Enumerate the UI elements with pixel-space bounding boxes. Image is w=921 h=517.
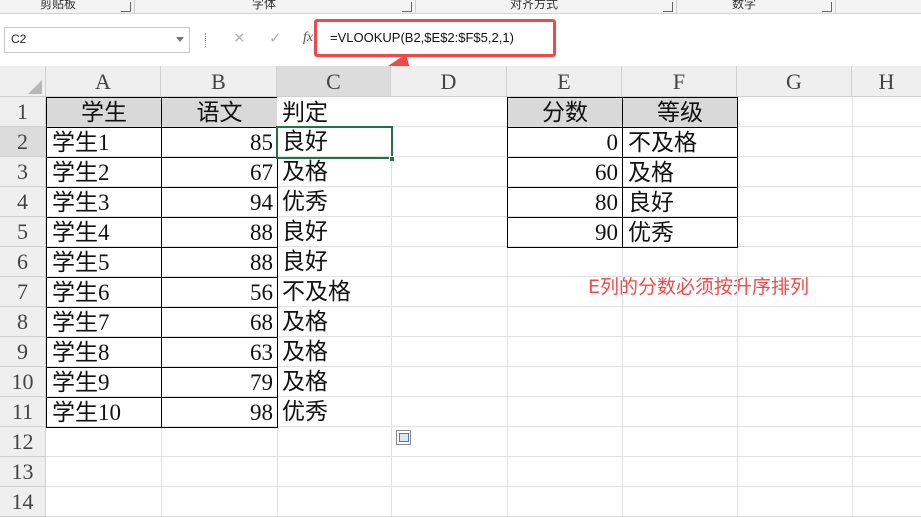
table-cell[interactable]: 98 (161, 397, 278, 428)
number-launcher-icon[interactable] (822, 2, 832, 12)
font-launcher-icon[interactable] (402, 2, 412, 12)
table-cell[interactable]: 良好 (277, 217, 392, 248)
fx-icon[interactable]: fx (303, 30, 313, 46)
table-cell[interactable]: 88 (161, 217, 278, 248)
table-cell[interactable]: 学生10 (46, 397, 162, 428)
table-cell[interactable]: 学生9 (46, 367, 162, 398)
ribbon-separator (835, 0, 836, 13)
table-cell[interactable]: 学生7 (46, 307, 162, 338)
table-cell[interactable]: 及格 (277, 157, 392, 188)
chevron-down-icon[interactable] (176, 37, 184, 42)
lookup-cell[interactable]: 90 (507, 217, 623, 248)
table-cell[interactable]: 不及格 (277, 277, 392, 308)
ribbon-separator (415, 0, 416, 13)
table-header-cell[interactable]: 语文 (161, 97, 278, 128)
row-header-1[interactable]: 1 (0, 97, 46, 127)
table-cell[interactable]: 学生3 (46, 187, 162, 218)
table-cell[interactable]: 学生6 (46, 277, 162, 308)
ribbon-group-number[interactable]: 数字 (732, 0, 756, 12)
gridline (46, 486, 921, 487)
lookup-cell[interactable]: 及格 (622, 157, 738, 188)
select-all-triangle-icon (28, 80, 42, 94)
ribbon-group-font[interactable]: 字体 (252, 0, 276, 12)
name-box[interactable]: C2 (4, 27, 190, 53)
lookup-cell[interactable]: 优秀 (622, 217, 738, 248)
row-header-7[interactable]: 7 (0, 277, 46, 307)
table-cell[interactable]: 88 (161, 247, 278, 278)
column-header-g[interactable]: G (737, 66, 852, 97)
ribbon-group-strip: 剪贴板 字体 对齐方式 数字 (0, 0, 921, 14)
table-cell[interactable]: 56 (161, 277, 278, 308)
row-header-13[interactable]: 13 (0, 457, 46, 487)
table-cell[interactable]: 学生4 (46, 217, 162, 248)
lookup-header-cell[interactable]: 等级 (622, 97, 738, 128)
column-header-c[interactable]: C (277, 66, 391, 97)
table-cell[interactable]: 良好 (277, 127, 392, 158)
row-header-5[interactable]: 5 (0, 217, 46, 247)
row-header-8[interactable]: 8 (0, 307, 46, 337)
table-cell[interactable]: 85 (161, 127, 278, 158)
table-cell[interactable]: 良好 (277, 247, 392, 278)
ribbon-group-clipboard[interactable]: 剪贴板 (40, 0, 76, 12)
row-header-10[interactable]: 10 (0, 367, 46, 397)
table-header-cell[interactable]: 学生 (46, 97, 162, 128)
row-header-9[interactable]: 9 (0, 337, 46, 367)
alignment-launcher-icon[interactable] (663, 2, 673, 12)
ribbon-separator (134, 0, 135, 13)
row-header-11[interactable]: 11 (0, 397, 46, 427)
table-cell[interactable]: 及格 (277, 337, 392, 368)
check-icon[interactable]: ✓ (269, 29, 282, 47)
fill-handle[interactable] (389, 156, 395, 162)
clipboard-launcher-icon[interactable] (121, 2, 131, 12)
gridline (46, 456, 921, 457)
column-header-a[interactable]: A (46, 66, 161, 97)
table-cell[interactable]: 学生1 (46, 127, 162, 158)
table-header-cell[interactable]: 判定 (277, 97, 392, 128)
gridline (852, 97, 853, 517)
row-header-3[interactable]: 3 (0, 157, 46, 187)
ribbon-separator (676, 0, 677, 13)
formula-input[interactable]: =VLOOKUP(B2,$E$2:$F$5,2,1) (330, 30, 514, 45)
close-icon[interactable]: ✕ (233, 29, 246, 47)
row-header-4[interactable]: 4 (0, 187, 46, 217)
column-header-f[interactable]: F (622, 66, 737, 97)
table-cell[interactable]: 优秀 (277, 187, 392, 218)
row-header-12[interactable]: 12 (0, 427, 46, 457)
column-header-h[interactable]: H (852, 66, 921, 97)
column-header-b[interactable]: B (161, 66, 277, 97)
table-cell[interactable]: 学生2 (46, 157, 162, 188)
formula-bar-splitter[interactable] (205, 33, 208, 47)
column-header-d[interactable]: D (391, 66, 507, 97)
lookup-cell[interactable]: 0 (507, 127, 623, 158)
table-cell[interactable]: 学生8 (46, 337, 162, 368)
table-cell[interactable]: 94 (161, 187, 278, 218)
row-header-14[interactable]: 14 (0, 487, 46, 517)
table-cell[interactable]: 及格 (277, 367, 392, 398)
table-cell[interactable]: 及格 (277, 307, 392, 338)
lookup-cell[interactable]: 良好 (622, 187, 738, 218)
table-cell[interactable]: 学生5 (46, 247, 162, 278)
table-cell[interactable]: 优秀 (277, 397, 392, 428)
row-header-2[interactable]: 2 (0, 127, 46, 157)
lookup-cell[interactable]: 不及格 (622, 127, 738, 158)
column-header-e[interactable]: E (507, 66, 622, 97)
lookup-cell[interactable]: 80 (507, 187, 623, 218)
paste-options-icon[interactable] (396, 430, 411, 445)
table-cell[interactable]: 79 (161, 367, 278, 398)
ribbon-group-alignment[interactable]: 对齐方式 (510, 0, 558, 12)
table-cell[interactable]: 68 (161, 307, 278, 338)
lookup-cell[interactable]: 60 (507, 157, 623, 188)
lookup-header-cell[interactable]: 分数 (507, 97, 623, 128)
table-cell[interactable]: 67 (161, 157, 278, 188)
name-box-value: C2 (11, 32, 27, 46)
table-cell[interactable]: 63 (161, 337, 278, 368)
row-header-6[interactable]: 6 (0, 247, 46, 277)
